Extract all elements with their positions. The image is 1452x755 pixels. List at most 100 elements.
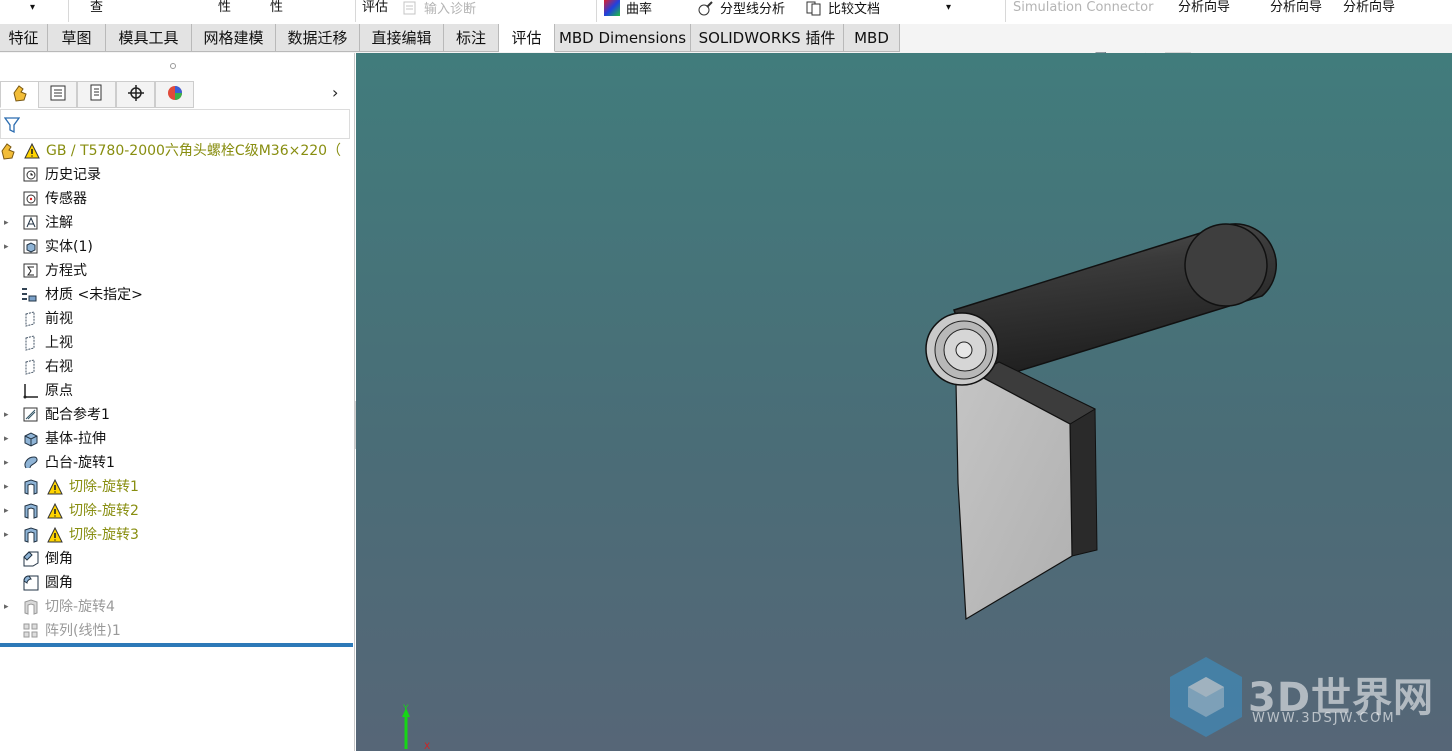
panel-resize-grip[interactable] <box>170 63 176 69</box>
command-ribbon: ▾ 查 性 性 评估 输入诊断 曲率 分型线分析 比较文档 ▾ Simulati… <box>0 0 1452 25</box>
tab-property-manager[interactable] <box>38 81 77 108</box>
tree-item-label: 历史记录 <box>45 167 101 183</box>
tree-item-cut-revolve-4[interactable]: ▸ 切除-旋转4 <box>0 595 353 619</box>
tab-dimxpert-manager[interactable] <box>116 81 155 108</box>
expand-arrow-icon[interactable]: ▸ <box>4 475 12 499</box>
tab-features[interactable]: 特征 <box>0 24 48 52</box>
tab-mold-tools[interactable]: 模具工具 <box>106 24 192 52</box>
expand-arrow-icon[interactable]: ▸ <box>4 211 12 235</box>
plane-icon <box>22 310 40 328</box>
analysis-wizard-button-1[interactable]: 分析向导 <box>1178 0 1230 20</box>
ribbon-item-xing2[interactable]: 性 <box>270 0 283 20</box>
tree-item-label: 传感器 <box>45 191 87 207</box>
ribbon-separator <box>1005 0 1006 22</box>
expand-arrow-icon[interactable]: ▸ <box>4 235 12 259</box>
tab-markup[interactable]: 标注 <box>444 24 499 52</box>
tree-item-cut-revolve-3[interactable]: ▸ 切除-旋转3 <box>0 523 353 547</box>
tab-direct-editing[interactable]: 直接编辑 <box>360 24 444 52</box>
tree-item-fillet[interactable]: 圆角 <box>0 571 353 595</box>
tree-item-chamfer[interactable]: 倒角 <box>0 547 353 571</box>
tab-configuration-manager[interactable] <box>77 81 116 108</box>
hinge-model[interactable] <box>925 213 1278 621</box>
parting-line-icon <box>698 0 714 16</box>
tree-item-label: 方程式 <box>45 263 87 279</box>
chamfer-icon <box>22 550 40 568</box>
tree-item-label: 切除-旋转1 <box>69 479 139 495</box>
configuration-manager-icon <box>87 83 107 107</box>
cube-logo-icon <box>1170 657 1242 737</box>
tree-item-label: 切除-旋转3 <box>69 527 139 543</box>
tree-item-linear-pattern[interactable]: 阵列(线性)1 <box>0 619 353 643</box>
curvature-icon <box>604 0 620 16</box>
expand-arrow-icon[interactable]: ▸ <box>4 451 12 475</box>
tree-root-part[interactable]: GB / T5780-2000六角头螺栓C级M36×220（ <box>0 139 353 163</box>
tree-item-label: 实体(1) <box>45 239 93 255</box>
tab-sketch[interactable]: 草图 <box>48 24 106 52</box>
feature-manager-icon <box>10 83 30 107</box>
expand-arrow-icon[interactable]: ▸ <box>4 595 12 619</box>
expand-arrow-icon[interactable]: ▸ <box>4 427 12 451</box>
tab-solidworks-addins[interactable]: SOLIDWORKS 插件 <box>691 24 844 52</box>
tree-item-equations[interactable]: 方程式 <box>0 259 353 283</box>
warning-icon <box>46 526 64 544</box>
tree-item-cut-revolve-1[interactable]: ▸ 切除-旋转1 <box>0 475 353 499</box>
analysis-wizard-button-3[interactable]: 分析向导 <box>1343 0 1395 20</box>
parting-line-analysis-button[interactable]: 分型线分析 <box>698 0 785 20</box>
property-manager-icon <box>48 83 68 107</box>
ribbon-item-xing1[interactable]: 性 <box>218 0 231 20</box>
tree-item-top-plane[interactable]: 上视 <box>0 331 353 355</box>
tree-item-label: 阵列(线性)1 <box>45 623 121 639</box>
tree-root-label: GB / T5780-2000六角头螺栓C级M36×220（ <box>46 143 342 159</box>
input-diagnostics-button[interactable]: 输入诊断 <box>402 0 476 20</box>
tree-item-base-extrude[interactable]: ▸ 基体-拉伸 <box>0 427 353 451</box>
expand-arrow-icon[interactable]: ▸ <box>4 523 12 547</box>
site-watermark: 3D世界网 WWW.3DSJW.COM <box>1168 653 1448 743</box>
tree-item-annotations[interactable]: ▸ 注解 <box>0 211 353 235</box>
tree-item-origin[interactable]: 原点 <box>0 379 353 403</box>
graphics-area[interactable]: Y X 3D世界网 WWW.3DSJW.COM <box>356 53 1452 752</box>
tree-item-label: 注解 <box>45 215 73 231</box>
tree-item-solid-bodies[interactable]: ▸ 实体(1) <box>0 235 353 259</box>
tab-data-migration[interactable]: 数据迁移 <box>276 24 360 52</box>
command-manager-tabs: 特征 草图 模具工具 网格建模 数据迁移 直接编辑 标注 评估 MBD Dime… <box>0 24 1452 70</box>
ribbon-dropdown-arrow[interactable]: ▾ <box>946 0 951 20</box>
tree-item-label: 原点 <box>45 383 73 399</box>
ribbon-item-cha[interactable]: 查 <box>90 0 103 20</box>
tab-mbd[interactable]: MBD <box>844 24 900 52</box>
expand-arrow-icon[interactable]: ▸ <box>4 499 12 523</box>
compare-documents-button[interactable]: 比较文档 <box>806 0 880 20</box>
tree-item-cut-revolve-2[interactable]: ▸ 切除-旋转2 <box>0 499 353 523</box>
revolve-icon <box>22 454 40 472</box>
tree-item-label: 圆角 <box>45 575 73 591</box>
cut-revolve-icon <box>22 598 40 616</box>
tab-mesh-modeling[interactable]: 网格建模 <box>192 24 276 52</box>
curvature-button[interactable]: 曲率 <box>604 0 652 20</box>
tab-display-manager[interactable] <box>155 81 194 108</box>
ribbon-dropdown-arrow[interactable]: ▾ <box>30 0 35 20</box>
rollback-bar[interactable] <box>0 643 353 647</box>
fillet-icon <box>22 574 40 592</box>
tree-item-front-plane[interactable]: 前视 <box>0 307 353 331</box>
tree-item-label: 切除-旋转2 <box>69 503 139 519</box>
ribbon-item-pinggu[interactable]: 评估 <box>362 0 388 20</box>
reference-triad: Y X <box>396 703 436 755</box>
simulation-connector-button[interactable]: Simulation Connector <box>1013 0 1153 20</box>
tab-feature-manager[interactable] <box>0 81 39 108</box>
panel-more-tabs-arrow[interactable]: › <box>332 83 338 102</box>
tree-item-right-plane[interactable]: 右视 <box>0 355 353 379</box>
warning-icon <box>46 478 64 496</box>
tab-evaluate[interactable]: 评估 <box>499 24 555 52</box>
extrude-icon <box>22 430 40 448</box>
tree-item-mate-reference[interactable]: ▸ 配合参考1 <box>0 403 353 427</box>
tree-item-sensors[interactable]: 传感器 <box>0 187 353 211</box>
tree-item-history[interactable]: 历史记录 <box>0 163 353 187</box>
warning-icon <box>23 142 41 160</box>
expand-arrow-icon[interactable]: ▸ <box>4 403 12 427</box>
analysis-wizard-button-2[interactable]: 分析向导 <box>1270 0 1322 20</box>
tab-mbd-dimensions[interactable]: MBD Dimensions <box>555 24 691 52</box>
tree-item-material[interactable]: 材质 <未指定> <box>0 283 353 307</box>
equation-icon <box>22 262 40 280</box>
tree-item-boss-revolve[interactable]: ▸ 凸台-旋转1 <box>0 451 353 475</box>
display-manager-icon <box>165 83 185 107</box>
feature-tree-filter[interactable] <box>0 109 350 139</box>
